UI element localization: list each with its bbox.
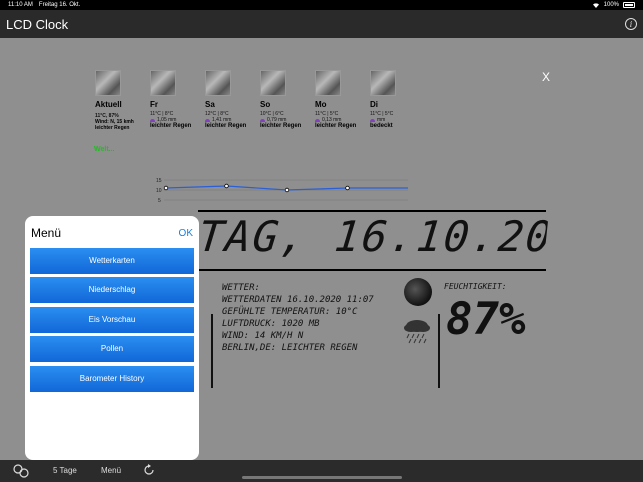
- umbrella-icon: [260, 118, 265, 122]
- weather-thumbnail: [95, 70, 121, 96]
- weather-thumbnail: [205, 70, 231, 96]
- day-desc: bedeckt: [370, 123, 393, 129]
- umbrella-icon: [150, 118, 155, 122]
- moon-icon: [404, 278, 432, 306]
- weather-line: LUFTDRUCK: 1020 MB: [222, 319, 320, 329]
- divider: [438, 314, 440, 388]
- menu-item-pollen[interactable]: Pollen: [30, 336, 194, 362]
- divider: [211, 314, 213, 388]
- menu-item-niederschlag[interactable]: Niederschlag: [30, 277, 194, 303]
- weather-line: WIND: 14 KM/H N: [222, 331, 304, 341]
- humidity-label: FEUCHTIGKEIT:: [444, 282, 507, 291]
- weather-thumbnail: [150, 70, 176, 96]
- day-name: Sa: [205, 100, 215, 109]
- weather-line: GEFÜHLTE TEMPERATUR: 10°C: [222, 307, 358, 317]
- weather-thumbnail: [370, 70, 396, 96]
- forecast-day[interactable]: Aktuell 11°C, 87% Wind: N, 15 kmh leicht…: [90, 70, 145, 131]
- weather-line: WETTER:: [222, 283, 260, 293]
- weather-line: WETTERDATEN 16.10.2020 11:07: [222, 295, 374, 305]
- weather-thumbnail: [315, 70, 341, 96]
- weather-info-panel: WETTER: WETTERDATEN 16.10.2020 11:07 GEF…: [222, 282, 374, 354]
- page-title: LCD Clock: [6, 16, 69, 32]
- refresh-icon[interactable]: [143, 464, 155, 476]
- humidity-value: 87%: [446, 294, 526, 345]
- menu-item-eis-vorschau[interactable]: Eis Vorschau: [30, 306, 194, 333]
- day-name: Mo: [315, 100, 327, 109]
- menu-popover: Menü OK Wetterkarten Niederschlag Eis Vo…: [25, 216, 199, 460]
- day-desc: leichter Regen: [260, 123, 302, 129]
- forecast-day[interactable]: Fr 11°C | 8°C 1,05 mm leichter Regen: [145, 70, 200, 129]
- tab-5-tage[interactable]: 5 Tage: [53, 466, 77, 475]
- data-point: [163, 185, 169, 191]
- menu-item-wetterkarten[interactable]: Wetterkarten: [30, 247, 194, 274]
- status-date: Freitag 16. Okt.: [38, 2, 81, 8]
- day-desc: leichter Regen: [205, 123, 247, 129]
- umbrella-icon: [205, 118, 210, 122]
- forecast-day[interactable]: Di 11°C | 5°C mm bedeckt: [365, 70, 420, 129]
- menu-header: Menü OK: [25, 216, 199, 244]
- day-desc: leichter Regen: [315, 123, 357, 129]
- menu-title: Menü: [31, 226, 62, 240]
- day-name: Aktuell: [95, 100, 122, 109]
- y-tick: 10: [156, 188, 162, 194]
- wifi-icon: [592, 3, 599, 8]
- day-name: So: [260, 100, 271, 109]
- y-tick: 5: [158, 198, 161, 204]
- umbrella-icon: [315, 118, 320, 122]
- info-icon[interactable]: i: [625, 18, 637, 30]
- y-tick: 15: [156, 178, 162, 184]
- status-bar: 11:10 AM Freitag 16. Okt. 100%: [0, 0, 643, 10]
- menu-item-barometer-history[interactable]: Barometer History: [30, 365, 194, 392]
- day-name: Di: [370, 100, 378, 109]
- home-indicator: [242, 476, 402, 479]
- rain-cloud-icon: [404, 320, 430, 344]
- umbrella-icon: [370, 118, 375, 122]
- status-time: 11:10 AM: [8, 2, 33, 8]
- forecast-day[interactable]: Sa 12°C | 8°C 1,41 mm leichter Regen: [200, 70, 255, 129]
- welt-link[interactable]: Welt...: [94, 146, 114, 153]
- menu-ok-button[interactable]: OK: [179, 228, 193, 239]
- weather-line: BERLIN,DE: LEICHTER REGEN: [222, 343, 358, 353]
- forecast-day[interactable]: So 10°C | 6°C 0,79 mm leichter Regen: [255, 70, 310, 129]
- day-desc: leichter Regen: [95, 125, 130, 131]
- forecast-day[interactable]: Mo 11°C | 5°C 0,13 mm leichter Regen: [310, 70, 365, 129]
- day-desc: leichter Regen: [150, 123, 192, 129]
- battery-icon: [623, 2, 635, 8]
- battery-percent: 100%: [603, 2, 619, 8]
- data-point: [345, 185, 350, 191]
- data-point: [284, 187, 290, 193]
- nav-bar: LCD Clock i: [0, 10, 643, 38]
- data-point: [224, 183, 229, 189]
- lcd-date: TAG, 16.10.2020: [195, 212, 549, 261]
- weather-thumbnail: [260, 70, 286, 96]
- divider: [198, 269, 546, 271]
- day-name: Fr: [150, 100, 158, 109]
- tab-menu[interactable]: Menü: [101, 466, 121, 475]
- close-button[interactable]: X: [542, 70, 550, 84]
- settings-icon[interactable]: [12, 463, 32, 479]
- temperature-chart: 15 10 5: [156, 178, 408, 204]
